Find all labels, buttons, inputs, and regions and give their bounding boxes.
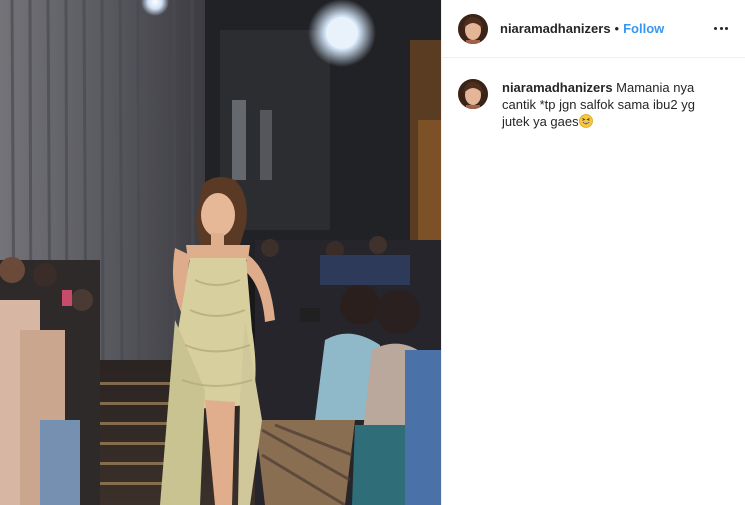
post-side-panel: niaramadhanizers • Follow niaramadhanize… [441,0,745,505]
follow-button[interactable]: Follow [623,21,664,36]
post-photo [0,0,441,505]
separator-dot: • [614,21,620,36]
comment-username[interactable]: niaramadhanizers [502,80,613,95]
comment-avatar-image [458,79,488,109]
more-options-icon[interactable] [711,19,731,39]
caption-text-block: niaramadhanizers Mamania nya cantik *tp … [502,79,712,130]
grinning-squinting-face-icon [578,114,593,128]
comment-avatar[interactable] [458,79,488,109]
instagram-post: niaramadhanizers • Follow niaramadhanize… [0,0,745,505]
avatar[interactable] [458,13,488,44]
caption-comment: niaramadhanizers Mamania nya cantik *tp … [442,58,745,130]
post-header: niaramadhanizers • Follow [442,0,745,58]
post-username[interactable]: niaramadhanizers [500,21,611,36]
post-video[interactable] [0,0,441,505]
avatar-image [458,13,488,44]
